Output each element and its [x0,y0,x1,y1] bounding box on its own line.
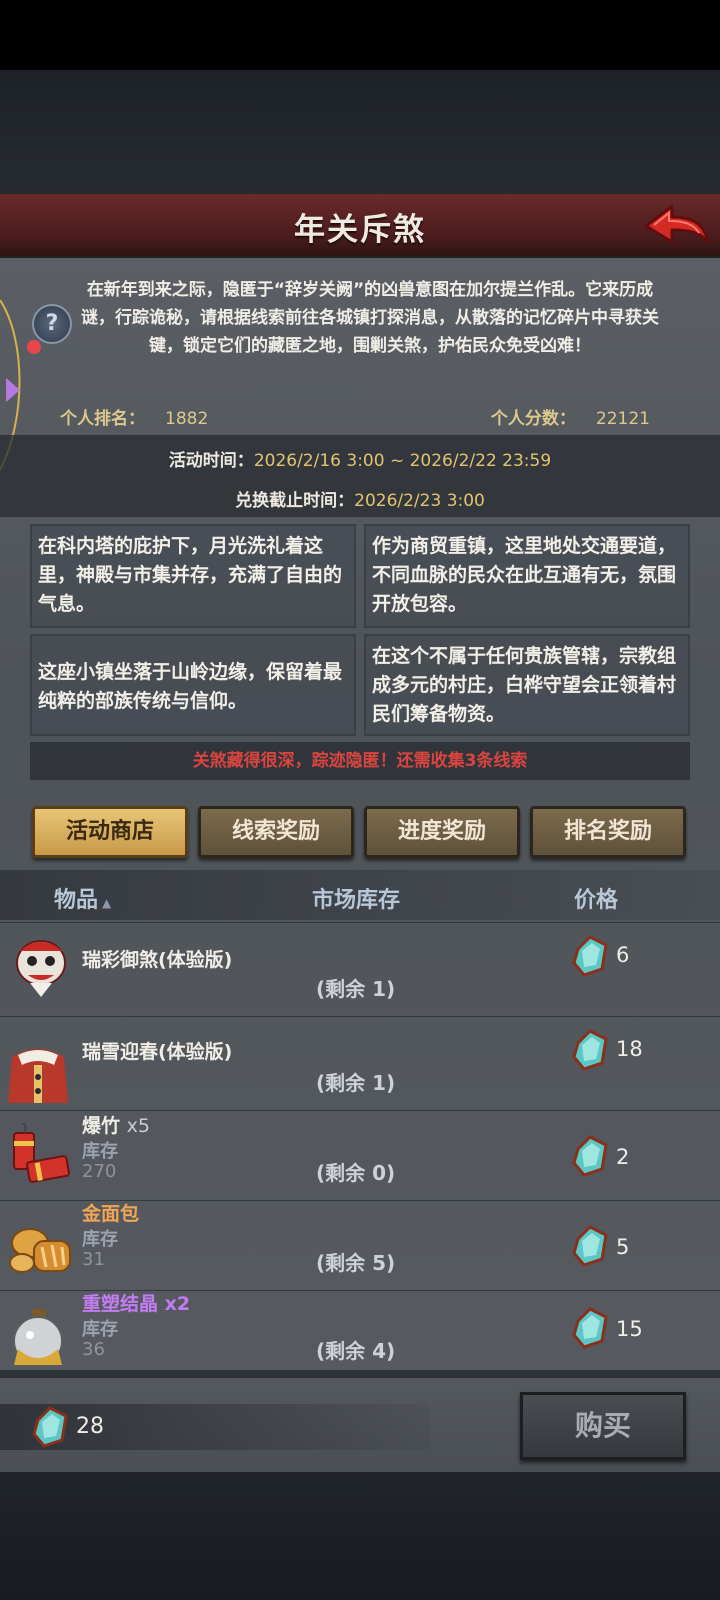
item-name: 瑞彩御煞(体验版) [82,949,233,971]
firecracker-icon [13,1123,70,1183]
item-name-text: 重塑结晶 [82,1293,159,1315]
crystal-currency-icon [572,1225,608,1267]
back-arrow-icon [644,204,710,244]
tab-rank-rewards[interactable]: 排名奖励 [530,806,686,858]
reforge-crystal-icon [13,1309,63,1366]
rank-label: 个人排名： [60,409,145,429]
item-quantity: x5 [126,1115,150,1137]
clue-card[interactable]: 在这个不属于任何贵族管辖，宗教组成多元的村庄，白桦守望会正领着村民们筹备物资。 [364,634,690,736]
table-row-clip: 重塑结晶 x2 库存 36 (剩余 4) 15 [0,1290,720,1370]
crystal-currency-icon [32,1406,68,1448]
status-bar [0,0,720,70]
column-stock: 市场库存 [312,888,401,913]
table-row[interactable]: 瑞彩御煞(体验版) (剩余 1) 6 [0,922,720,1013]
item-price: 18 [616,1037,643,1061]
item-name: 瑞雪迎春(体验版) [82,1041,233,1063]
clue-card[interactable]: 这座小镇坐落于山岭边缘，保留着最纯粹的部族传统与信仰。 [30,634,356,736]
item-stock-label: 库存 [82,1141,118,1162]
item-price: 15 [616,1317,643,1341]
personal-score: 个人分数： 22121 [491,404,650,429]
clue-alert: 关煞藏得很深，踪迹隐匿！还需收集3条线索 [30,742,690,780]
lion-dance-icon [16,940,66,997]
personal-rank: 个人排名： 1882 [60,404,208,429]
question-icon: ? [45,311,59,336]
item-quantity: x2 [164,1293,191,1315]
crystal-currency-icon [572,1135,608,1177]
column-item[interactable]: 物品 ▲ [54,882,111,914]
table-row[interactable]: 爆竹 x5 库存 270 (剩余 0) 2 [0,1110,720,1201]
clue-card[interactable]: 在科内塔的庇护下，月光洗礼着这里，神殿与市集并存，充满了自由的气息。 [30,524,356,628]
tab-clue-rewards[interactable]: 线索奖励 [198,806,354,858]
item-price: 2 [616,1145,630,1169]
crystal-currency-icon [572,1029,608,1071]
crystal-currency-icon [572,935,608,977]
page-title: 年关斥煞 [294,212,426,248]
item-price: 6 [616,943,630,967]
buy-button[interactable]: 购买 [520,1392,686,1460]
event-time-value: 2026/2/16 3:00 ~ 2026/2/22 23:59 [253,451,552,471]
side-drawer-arrow-icon[interactable] [0,370,24,410]
column-item-label: 物品 [54,888,99,913]
help-button[interactable]: ? [32,304,72,344]
exchange-deadline: 兑换截止时间：2026/2/23 3:00 [0,486,720,511]
exchange-deadline-label: 兑换截止时间： [235,491,355,511]
item-name-text: 爆竹 [82,1115,121,1137]
item-name: 重塑结晶 x2 [82,1290,190,1316]
tab-event-shop[interactable]: 活动商店 [32,806,188,858]
rank-value: 1882 [165,409,209,429]
score-value: 22121 [595,409,650,429]
currency-balance: 28 [76,1414,104,1439]
item-remaining: (剩余 0) [316,1161,396,1185]
sort-arrow-icon: ▲ [102,896,112,910]
table-row[interactable]: 金面包 库存 31 (剩余 5) 5 [0,1200,720,1291]
item-remaining: (剩余 4) [316,1339,396,1363]
event-time-label: 活动时间： [168,451,254,471]
golden-bread-icon [9,1228,71,1273]
background-bottom [0,1472,720,1600]
item-remaining: (剩余 1) [316,977,396,1001]
item-stock-label: 库存 [82,1229,118,1250]
item-remaining: (剩余 1) [316,1071,396,1095]
crystal-currency-icon [572,1307,608,1349]
item-stock-label: 库存 [82,1319,118,1340]
score-label: 个人分数： [490,409,576,429]
item-price: 5 [616,1235,630,1259]
table-row[interactable]: 瑞雪迎春(体验版) (剩余 1) 18 [0,1016,720,1107]
exchange-deadline-value: 2026/2/23 3:00 [354,491,485,511]
event-time: 活动时间：2026/2/16 3:00 ~ 2026/2/22 23:59 [0,446,720,471]
item-stock-value: 31 [82,1249,105,1270]
item-remaining: (剩余 5) [316,1251,396,1275]
item-name: 金面包 [82,1203,140,1225]
list-divider [0,1370,720,1378]
item-name: 爆竹 x5 [82,1111,150,1138]
column-price: 价格 [574,888,619,913]
notification-dot [27,340,41,354]
item-stock-value: 270 [82,1161,117,1182]
table-row[interactable]: 重塑结晶 x2 库存 36 (剩余 4) 15 [0,1290,720,1370]
event-intro: 在新年到来之际，隐匿于“辞岁关阙”的凶兽意图在加尔提兰作乱。它来历成谜，行踪诡秘… [81,280,659,356]
item-stock-value: 36 [82,1339,105,1360]
background-top [0,70,720,194]
back-button[interactable] [642,200,712,250]
clue-card[interactable]: 作为商贸重镇，这里地处交通要道，不同血脉的民众在此互通有无，氛围开放包容。 [364,524,690,628]
winter-outfit-icon [8,1049,68,1103]
tab-progress-rewards[interactable]: 进度奖励 [364,806,520,858]
